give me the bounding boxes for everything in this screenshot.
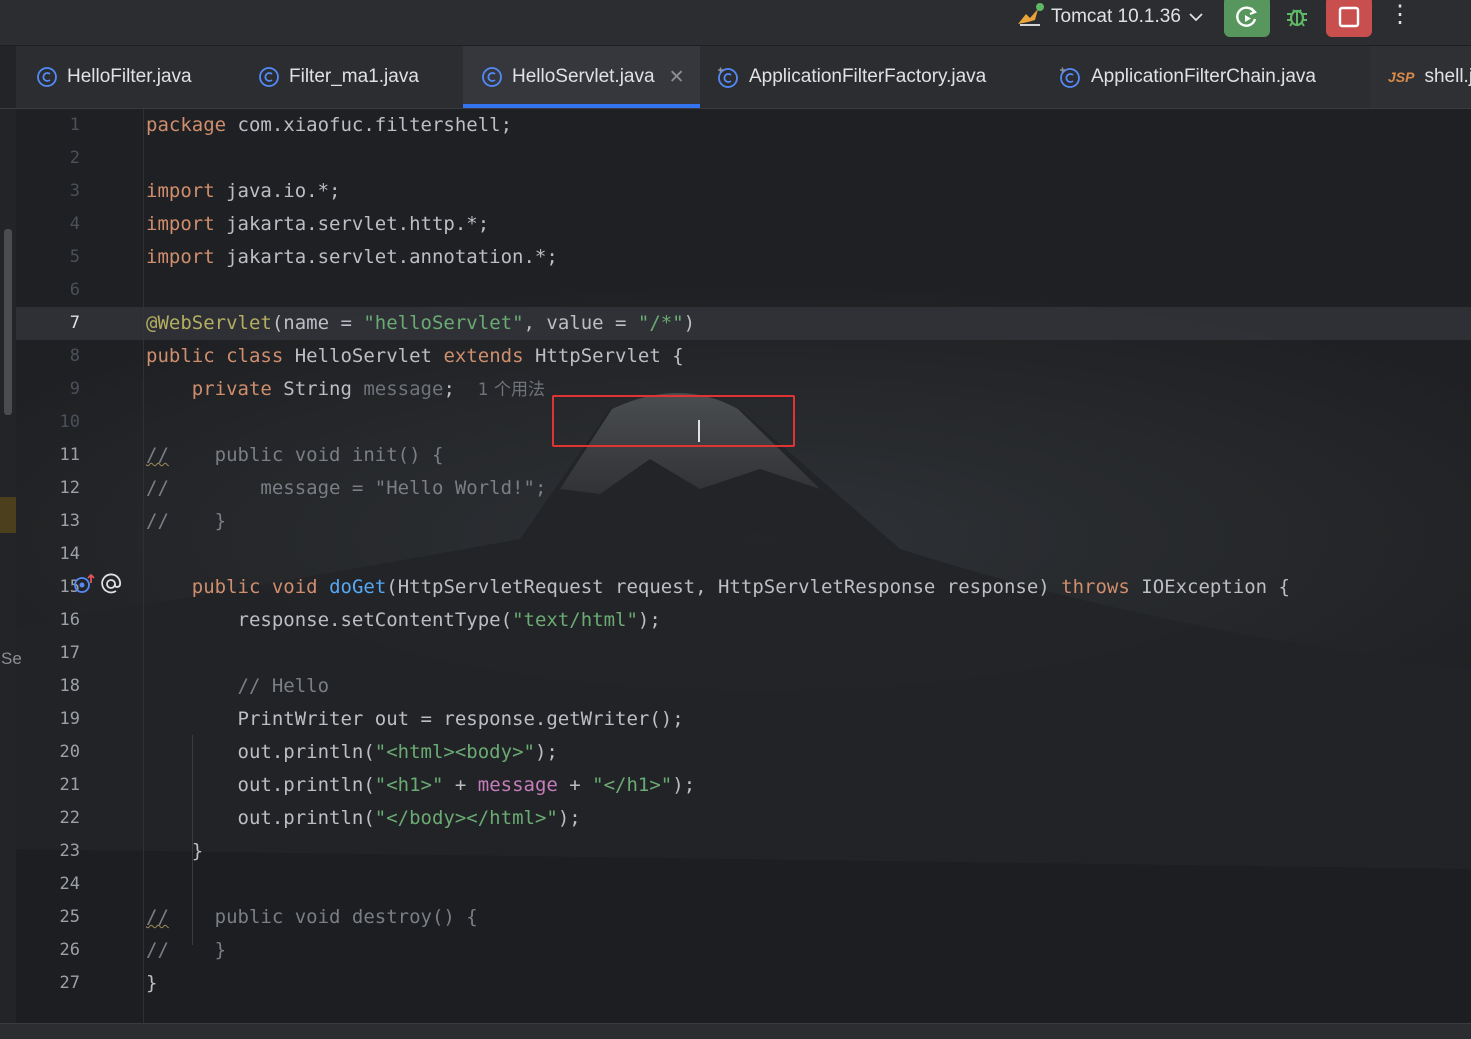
line-number: 27 — [59, 973, 80, 993]
code-editor[interactable]: 1 package com.xiaofuc.filtershell; 2 3 i… — [0, 109, 1471, 1023]
debug-button[interactable] — [1275, 0, 1319, 37]
line-number: 9 — [69, 379, 80, 399]
more-actions-button[interactable]: ⋮ — [1386, 0, 1414, 32]
run-configuration-label: Tomcat 10.1.36 — [1051, 6, 1181, 27]
line-number: 12 — [59, 478, 80, 498]
code-line: // message = "Hello World!"; — [146, 477, 547, 499]
tomcat-icon — [1016, 3, 1044, 28]
code-line: out.println("<h1>" + message + "</h1>"); — [237, 774, 696, 796]
run-configuration-selector[interactable]: Tomcat 10.1.36 — [1016, 2, 1204, 32]
code-line: response.setContentType("text/html"); — [237, 609, 661, 631]
line-number: 20 — [59, 742, 80, 762]
line-number: 5 — [69, 247, 80, 267]
rerun-icon — [1236, 5, 1257, 27]
line-number: 8 — [69, 346, 80, 366]
main-toolbar: Tomcat 10.1.36 ⋮ — [0, 0, 1471, 46]
line-number: 23 — [59, 841, 80, 861]
line-number: 26 — [59, 940, 80, 960]
gutter-markers — [72, 573, 122, 595]
tab-label: HelloFilter.java — [67, 66, 192, 87]
tab-label: ApplicationFilterChain.java — [1091, 66, 1316, 87]
code-line: // public void destroy() { — [146, 906, 478, 928]
line-number: 3 — [69, 181, 80, 201]
class-icon — [37, 67, 57, 87]
current-line-highlight: 7 @WebServlet(name = "helloServlet", val… — [16, 307, 1471, 340]
code-line: out.println("</body></html>"); — [237, 807, 581, 829]
scrollbar-thumb[interactable] — [4, 229, 12, 415]
line-number: 4 — [69, 214, 80, 234]
tab-hellofilter[interactable]: HelloFilter.java — [36, 46, 226, 108]
tab-applicationfilterchain[interactable]: ApplicationFilterChain.java — [1058, 46, 1358, 108]
code-line: // public void init() { — [146, 444, 444, 466]
code-line: // } — [146, 939, 227, 961]
stop-icon — [1338, 6, 1360, 27]
code-line: // Hello — [237, 675, 330, 697]
stop-button[interactable] — [1326, 0, 1372, 37]
tabbar-gutter — [0, 46, 16, 108]
code-line: public class HelloServlet extends HttpSe… — [146, 345, 684, 367]
tab-applicationfilterfactory[interactable]: ApplicationFilterFactory.java — [716, 46, 1036, 108]
running-indicator-icon — [1036, 3, 1044, 11]
tab-shell-jsp[interactable]: JSP shell.js — [1370, 46, 1471, 108]
line-number: 18 — [59, 676, 80, 696]
override-method-icon[interactable] — [72, 573, 96, 595]
line-number: 6 — [69, 280, 80, 300]
line-number: 10 — [59, 412, 80, 432]
code-line: private String message; 1 个用法 — [191, 378, 546, 400]
text-caret — [698, 420, 700, 442]
code-line: } — [146, 972, 158, 994]
active-tab-indicator — [463, 104, 700, 108]
tab-label: Filter_ma1.java — [289, 66, 419, 87]
red-annotation-box — [552, 395, 795, 447]
tab-helloservlet[interactable]: HelloServlet.java ✕ — [463, 46, 700, 108]
class-icon — [482, 67, 502, 87]
close-tab-icon[interactable]: ✕ — [669, 66, 685, 89]
bookmark-marker — [0, 497, 16, 533]
class-icon — [259, 67, 279, 87]
code-line: } — [191, 840, 204, 862]
web-mapping-icon[interactable] — [100, 573, 122, 595]
code-line: out.println("<html><body>"); — [237, 741, 558, 763]
tab-label: HelloServlet.java — [512, 66, 655, 87]
status-bar — [0, 1023, 1471, 1039]
line-number: 22 — [59, 808, 80, 828]
line-number: 7 — [69, 313, 80, 333]
tab-filter-ma1[interactable]: Filter_ma1.java — [258, 46, 448, 108]
bug-icon — [1287, 8, 1307, 27]
library-class-icon — [1060, 67, 1080, 88]
tab-label: shell.js — [1424, 66, 1471, 87]
left-tool-strip: Se — [0, 109, 22, 1023]
line-number: 2 — [69, 148, 80, 168]
line-number: 14 — [59, 544, 80, 564]
tab-label: ApplicationFilterFactory.java — [749, 66, 987, 87]
code-line: import jakarta.servlet.http.*; — [146, 213, 490, 235]
jsp-file-icon: JSP — [1388, 69, 1415, 85]
code-line: import java.io.*; — [146, 180, 341, 202]
chevron-down-icon — [1189, 13, 1203, 22]
line-number: 24 — [59, 874, 80, 894]
line-number: 17 — [59, 643, 80, 663]
sidebar-label: Se — [1, 649, 22, 668]
usage-hint: 1 个用法 — [477, 380, 546, 400]
editor-tab-bar: HelloFilter.java Filter_ma1.java HelloSe… — [0, 46, 1471, 109]
code-line: PrintWriter out = response.getWriter(); — [237, 708, 684, 730]
line-number: 25 — [59, 907, 80, 927]
line-number: 11 — [59, 445, 80, 465]
code-line: // } — [146, 510, 227, 532]
line-number: 1 — [69, 115, 80, 135]
library-class-icon — [718, 67, 738, 88]
code-line: package com.xiaofuc.filtershell; — [146, 114, 513, 136]
line-number: 21 — [59, 775, 80, 795]
code-line: public void doGet(HttpServletRequest req… — [191, 576, 1290, 598]
line-number: 13 — [59, 511, 80, 531]
rerun-button[interactable] — [1224, 0, 1270, 37]
line-number: 19 — [59, 709, 80, 729]
code-line: @WebServlet(name = "helloServlet", value… — [146, 312, 696, 334]
line-number: 16 — [59, 610, 80, 630]
code-line: import jakarta.servlet.annotation.*; — [146, 246, 558, 268]
